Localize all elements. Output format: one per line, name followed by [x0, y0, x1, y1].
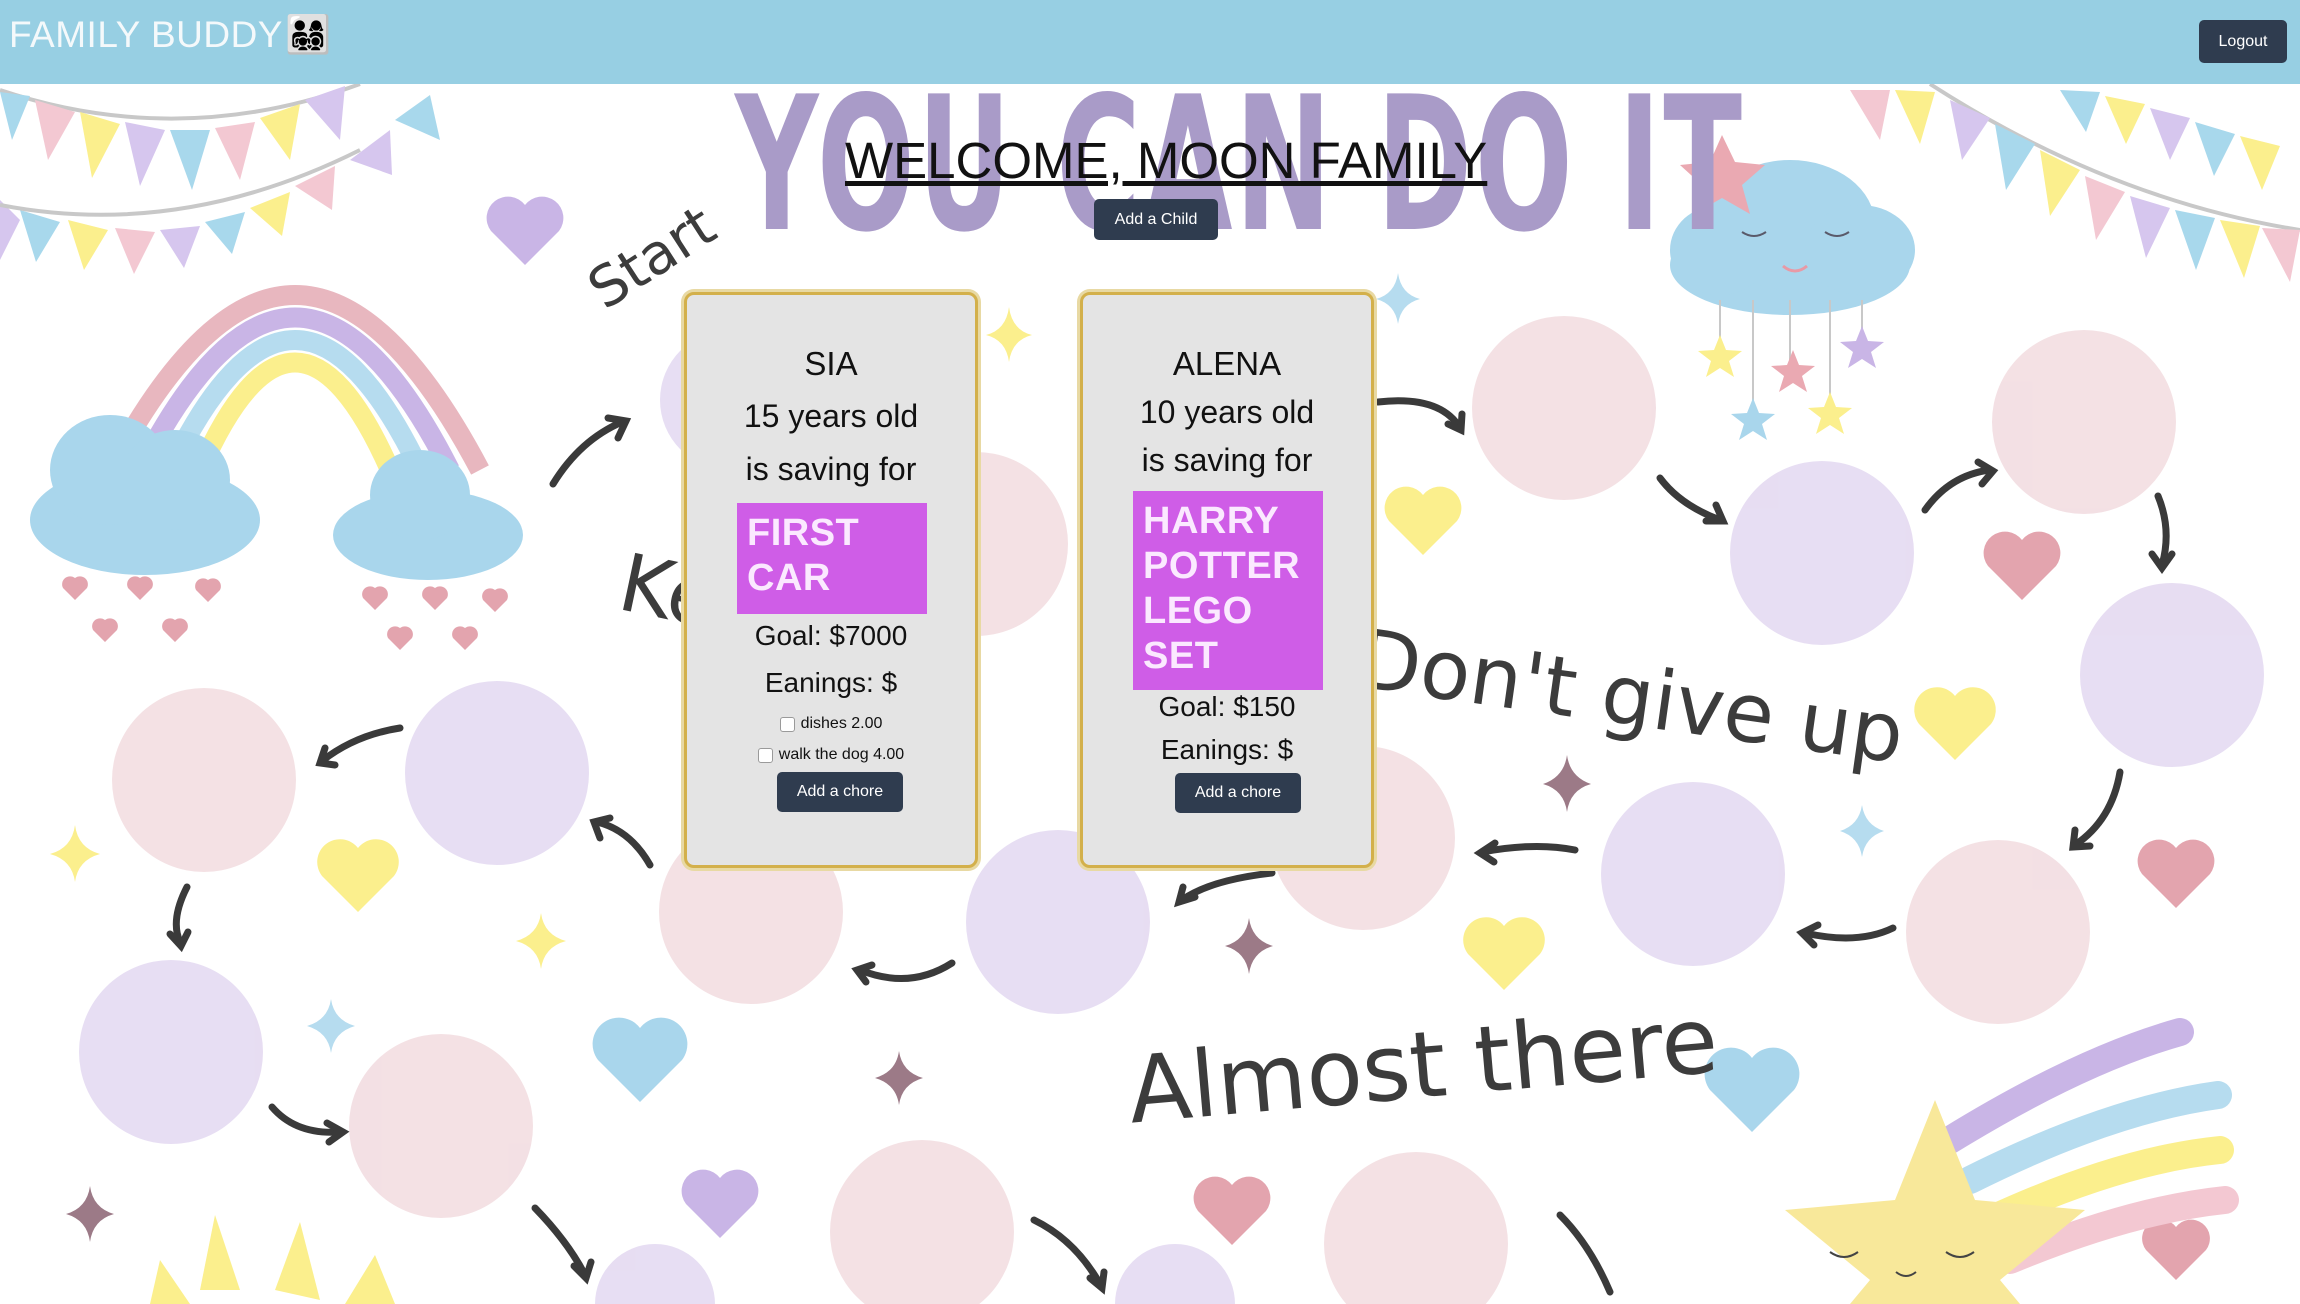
rainbow-illustration	[30, 285, 523, 650]
child-name: SIA	[804, 345, 858, 382]
earnings-amount: Eanings: $	[1160, 734, 1294, 765]
shooting-star-illustration	[1785, 1018, 2239, 1304]
chore-checkbox[interactable]	[779, 716, 795, 732]
brand-text: FAMILY BUDDY	[9, 14, 283, 55]
chore-label: dishes 2.00	[800, 715, 883, 732]
logout-button[interactable]: Logout	[2199, 20, 2287, 63]
savings-goal-item: HARRY POTTER LEGO SET	[1133, 491, 1323, 690]
family-emoji-icon: 👨‍👩‍👧‍👦	[284, 14, 332, 55]
chore-item: walk the dog 4.00	[687, 746, 975, 764]
sun-illustration	[150, 1215, 395, 1304]
earnings-amount: Eanings: $	[764, 667, 898, 698]
child-card-alena: ALENA 10 years old is saving for HARRY P…	[1080, 292, 1374, 868]
brand-logo[interactable]: FAMILY BUDDY👨‍👩‍👧‍👦	[9, 14, 332, 57]
chore-checkbox[interactable]	[757, 747, 773, 763]
saving-for-label: is saving for	[1141, 442, 1313, 478]
goal-amount: Goal: $150	[1158, 691, 1296, 722]
chore-item: dishes 2.00	[687, 715, 975, 733]
saving-for-label: is saving for	[745, 451, 917, 487]
welcome-heading: WELCOME, MOON FAMILY	[845, 132, 1488, 189]
bunting-right-decoration	[1850, 84, 2300, 282]
child-age: 10 years old	[1139, 394, 1315, 430]
add-child-button[interactable]: Add a Child	[1094, 199, 1218, 240]
child-age: 15 years old	[743, 398, 919, 434]
goal-amount: Goal: $7000	[754, 620, 908, 651]
bunting-left-decoration	[0, 84, 440, 274]
add-chore-button[interactable]: Add a chore	[1175, 773, 1301, 813]
savings-goal-item: FIRST CAR	[737, 503, 927, 614]
add-chore-button[interactable]: Add a chore	[777, 772, 903, 812]
child-name: ALENA	[1172, 345, 1282, 382]
child-card-sia: SIA 15 years old is saving for FIRST CAR…	[684, 292, 978, 868]
navbar: FAMILY BUDDY👨‍👩‍👧‍👦 Logout	[0, 0, 2300, 84]
chore-label: walk the dog 4.00	[778, 746, 905, 763]
